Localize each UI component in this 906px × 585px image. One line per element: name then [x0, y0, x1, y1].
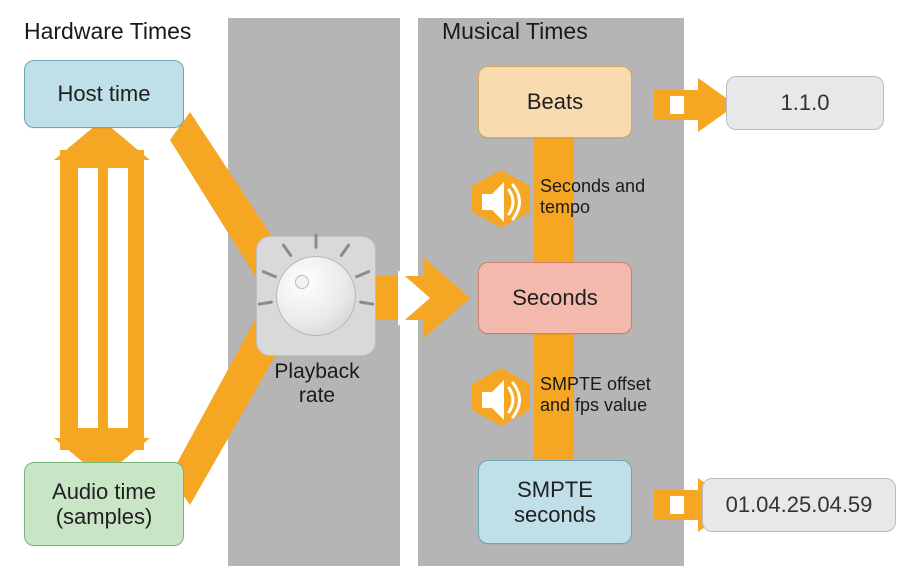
heading-hardware: Hardware Times: [24, 18, 191, 45]
converter-badge-beats-seconds: [472, 170, 530, 228]
playback-rate-knob[interactable]: [276, 256, 356, 336]
playback-rate-label: Playback rate: [272, 360, 362, 408]
value-smpte-text: 01.04.25.04.59: [726, 492, 873, 518]
value-beats: 1.1.0: [726, 76, 884, 130]
converter-label-seconds-smpte: SMPTE offset and fps value: [540, 374, 651, 416]
host-audio-connector: [54, 120, 150, 478]
node-audio-time: Audio time (samples): [24, 462, 184, 546]
node-beats: Beats: [478, 66, 632, 138]
heading-musical: Musical Times: [442, 18, 588, 45]
node-host-time-label: Host time: [58, 81, 151, 106]
node-seconds: Seconds: [478, 262, 632, 334]
node-seconds-label: Seconds: [512, 285, 598, 310]
node-smpte: SMPTE seconds: [478, 460, 632, 544]
value-smpte: 01.04.25.04.59: [702, 478, 896, 532]
node-beats-label: Beats: [527, 89, 583, 114]
value-beats-text: 1.1.0: [781, 90, 830, 116]
converter-badge-seconds-smpte: [472, 368, 530, 426]
node-audio-time-label: Audio time (samples): [52, 479, 156, 530]
converter-label-beats-seconds: Seconds and tempo: [540, 176, 645, 218]
beats-output-arrow: [654, 78, 736, 132]
playback-rate-box: [256, 236, 376, 356]
node-smpte-label: SMPTE seconds: [514, 477, 596, 528]
node-host-time: Host time: [24, 60, 184, 128]
